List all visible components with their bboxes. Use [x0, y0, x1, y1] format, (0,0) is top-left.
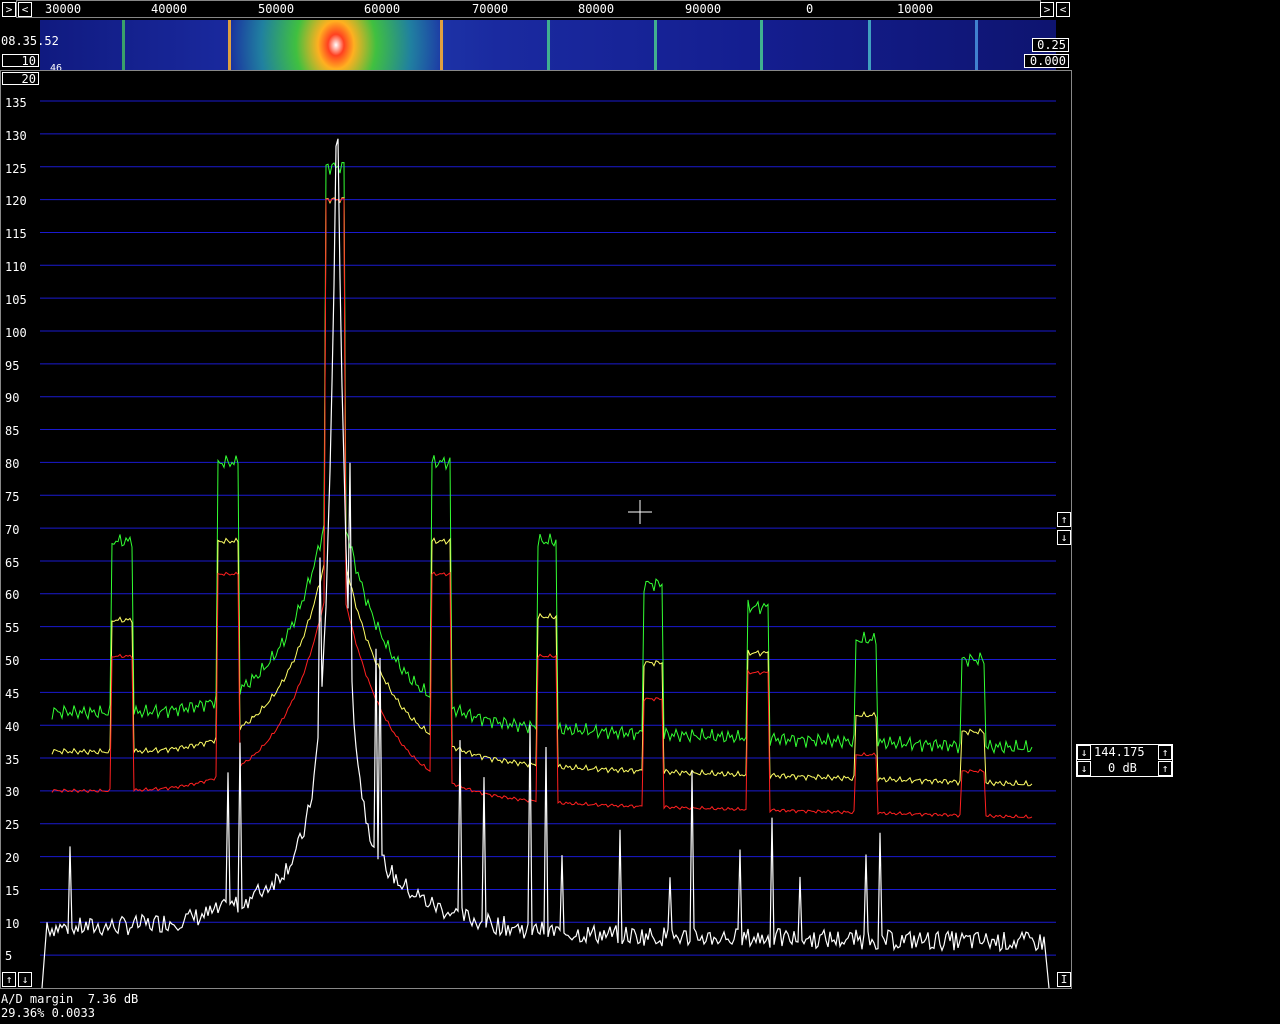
- zoom-up-button[interactable]: ↑: [2, 972, 16, 987]
- y-label: 80: [5, 457, 19, 471]
- y-label: 65: [5, 556, 19, 570]
- level-panel-up-button[interactable]: ↑: [1158, 761, 1172, 776]
- load-status: 29.36% 0.0033: [1, 1006, 95, 1020]
- y-label: 25: [5, 818, 19, 832]
- y-label: 60: [5, 588, 19, 602]
- y-label: 85: [5, 424, 19, 438]
- info-button[interactable]: I: [1057, 972, 1071, 987]
- y-label: 75: [5, 490, 19, 504]
- zoom-down-button[interactable]: ↓: [18, 972, 32, 987]
- y-label: 35: [5, 753, 19, 767]
- y-axis-labels: 135 130 125 120 115 110 105 100 95 90 85…: [5, 96, 27, 963]
- y-label: 70: [5, 523, 19, 537]
- level-panel-down-button[interactable]: ↓: [1077, 761, 1091, 776]
- y-label: 120: [5, 194, 27, 208]
- y-label: 5: [5, 949, 12, 963]
- y-label: 100: [5, 326, 27, 340]
- y-label: 115: [5, 227, 27, 241]
- y-label: 10: [5, 917, 19, 931]
- y-label: 130: [5, 129, 27, 143]
- y-label: 40: [5, 720, 19, 734]
- level-readout[interactable]: 0 dB: [1108, 762, 1137, 774]
- max-hold-trace: [51, 161, 1033, 755]
- y-label: 45: [5, 687, 19, 701]
- y-label: 30: [5, 785, 19, 799]
- y-label: 135: [5, 96, 27, 110]
- crosshair-cursor: [628, 500, 652, 524]
- level-up-button[interactable]: ↑: [1057, 512, 1071, 527]
- frequency-readout[interactable]: 144.175: [1094, 746, 1145, 758]
- y-label: 90: [5, 391, 19, 405]
- y-label: 105: [5, 293, 27, 307]
- freq-down-button[interactable]: ↓: [1077, 745, 1091, 760]
- level-down-button[interactable]: ↓: [1057, 530, 1071, 545]
- y-label: 55: [5, 621, 19, 635]
- spectrum-plot[interactable]: 135 130 125 120 115 110 105 100 95 90 85…: [0, 0, 1072, 1000]
- y-label: 50: [5, 654, 19, 668]
- y-label: 20: [5, 851, 19, 865]
- y-label: 110: [5, 260, 27, 274]
- live-spectrum-trace: [41, 138, 1050, 989]
- y-label: 95: [5, 359, 19, 373]
- average-trace: [51, 197, 1033, 787]
- ad-margin-status: A/D margin 7.36 dB: [1, 992, 139, 1006]
- y-label: 15: [5, 884, 19, 898]
- freq-up-button[interactable]: ↑: [1158, 745, 1172, 760]
- y-label: 125: [5, 162, 27, 176]
- spectrum-grid: [40, 100, 1056, 956]
